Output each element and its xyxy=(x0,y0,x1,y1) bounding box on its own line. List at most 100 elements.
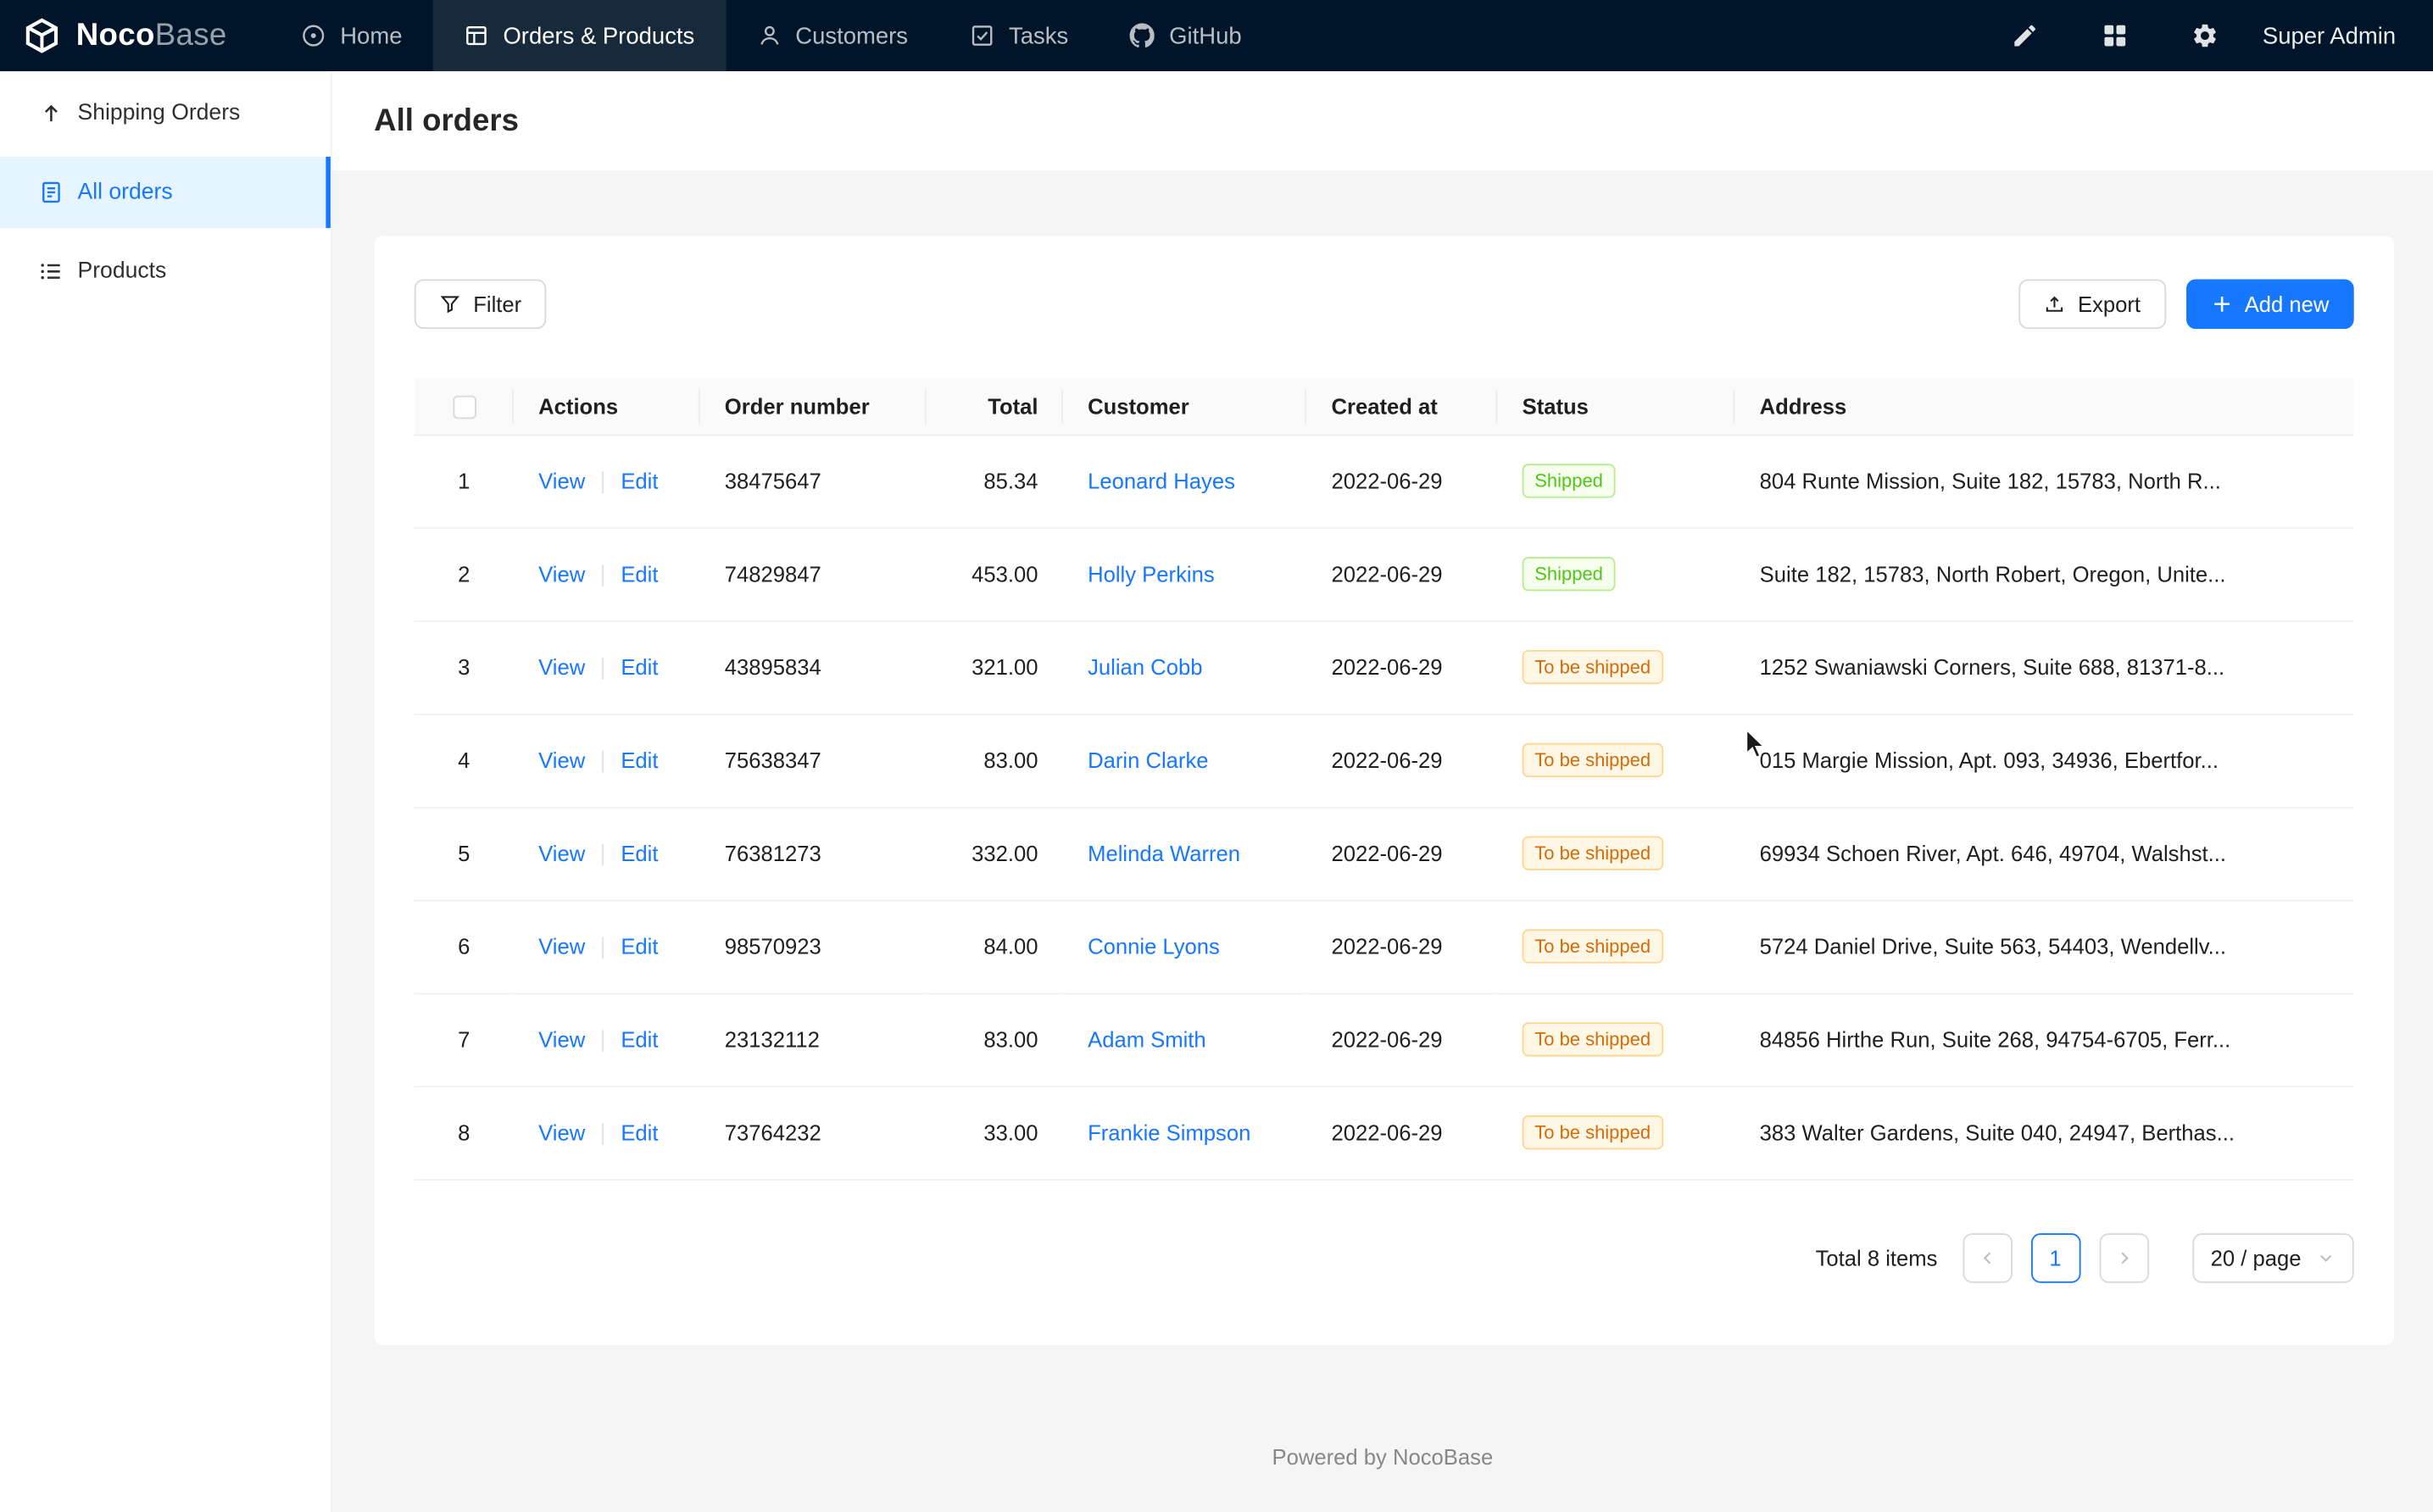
select-all-checkbox[interactable] xyxy=(453,396,476,419)
sidebar-item-all-orders[interactable]: All orders xyxy=(0,157,331,228)
view-link[interactable]: View xyxy=(538,654,585,679)
view-link[interactable]: View xyxy=(538,1120,585,1144)
order-number-cell: 98570923 xyxy=(700,900,927,993)
view-link[interactable]: View xyxy=(538,934,585,959)
main-menu: Home Orders & Products Customers Tasks xyxy=(270,0,1272,71)
customer-link[interactable]: Darin Clarke xyxy=(1088,748,1208,772)
address-cell: 69934 Schoen River, Apt. 646, 49704, Wal… xyxy=(1734,807,2353,900)
customer-link[interactable]: Holly Perkins xyxy=(1088,562,1215,586)
edit-link[interactable]: Edit xyxy=(621,561,658,586)
order-number-cell: 74829847 xyxy=(700,527,927,620)
nav-item-github[interactable]: GitHub xyxy=(1100,0,1272,71)
row-index: 3 xyxy=(458,654,470,679)
column-header-customer: Customer xyxy=(1063,379,1306,435)
total-cell: 321.00 xyxy=(927,620,1063,714)
customer-link[interactable]: Leonard Hayes xyxy=(1088,469,1235,493)
add-new-button[interactable]: Add new xyxy=(2185,279,2354,329)
ui-editor-pen-icon[interactable] xyxy=(2010,20,2041,52)
customer-link[interactable]: Melinda Warren xyxy=(1088,841,1240,865)
status-tag: To be shipped xyxy=(1523,929,1663,963)
customer-cell: Darin Clarke xyxy=(1063,714,1306,807)
row-index-cell: 6 xyxy=(415,900,514,993)
edit-link[interactable]: Edit xyxy=(621,1026,658,1051)
row-index-cell: 3 xyxy=(415,620,514,714)
edit-link[interactable]: Edit xyxy=(621,654,658,679)
address-cell: 1252 Swaniawski Corners, Suite 688, 8137… xyxy=(1734,620,2353,714)
view-link[interactable]: View xyxy=(538,841,585,865)
row-index: 7 xyxy=(458,1027,470,1052)
status-cell: To be shipped xyxy=(1497,620,1734,714)
row-index: 1 xyxy=(458,469,470,493)
created-at-cell: 2022-06-29 xyxy=(1306,620,1497,714)
status-tag: To be shipped xyxy=(1523,837,1663,870)
github-icon xyxy=(1130,23,1155,47)
column-header-order-number: Order number xyxy=(700,379,927,435)
customer-cell: Leonard Hayes xyxy=(1063,435,1306,528)
tasks-icon xyxy=(970,23,994,47)
table-row: 2 ViewEdit 74829847 453.00 Holly Perkins… xyxy=(415,527,2354,620)
nav-item-home[interactable]: Home xyxy=(270,0,433,71)
nocobase-logo-icon xyxy=(22,15,63,56)
plugins-grid-icon[interactable] xyxy=(2100,20,2131,52)
view-link[interactable]: View xyxy=(538,468,585,492)
export-button[interactable]: Export xyxy=(2018,279,2165,329)
table-row: 7 ViewEdit 23132112 83.00 Adam Smith 202… xyxy=(415,992,2354,1086)
created-at-cell: 2022-06-29 xyxy=(1306,1086,1497,1179)
sidebar-item-products[interactable]: Products xyxy=(0,236,331,307)
edit-link[interactable]: Edit xyxy=(621,748,658,772)
column-header-actions: Actions xyxy=(514,379,700,435)
view-link[interactable]: View xyxy=(538,1026,585,1051)
customers-icon xyxy=(757,23,782,47)
edit-link[interactable]: Edit xyxy=(621,468,658,492)
row-index-cell: 2 xyxy=(415,527,514,620)
column-header-status: Status xyxy=(1497,379,1734,435)
row-index: 4 xyxy=(458,748,470,772)
total-cell: 83.00 xyxy=(927,992,1063,1086)
vertical-divider xyxy=(602,565,604,587)
customer-link[interactable]: Connie Lyons xyxy=(1088,934,1220,959)
brand[interactable]: NocoBase xyxy=(0,0,270,71)
nav-item-orders-products[interactable]: Orders & Products xyxy=(433,0,726,71)
filter-funnel-icon xyxy=(439,293,461,315)
nav-item-tasks[interactable]: Tasks xyxy=(939,0,1100,71)
user-menu[interactable]: Super Admin xyxy=(2263,23,2396,49)
edit-link[interactable]: Edit xyxy=(621,1120,658,1144)
status-tag: To be shipped xyxy=(1523,743,1663,777)
table-row: 8 ViewEdit 73764232 33.00 Frankie Simpso… xyxy=(415,1086,2354,1179)
vertical-divider xyxy=(602,472,604,494)
filter-button[interactable]: Filter xyxy=(415,279,547,329)
sidebar-item-shipping-orders[interactable]: Shipping Orders xyxy=(0,78,331,149)
row-index: 5 xyxy=(458,841,470,865)
status-cell: To be shipped xyxy=(1497,1086,1734,1179)
status-cell: To be shipped xyxy=(1497,992,1734,1086)
actions-cell: View Edit xyxy=(514,900,700,993)
powered-by-footer: Powered by NocoBase xyxy=(332,1443,2433,1496)
sidebar: Shipping Orders All orders Products xyxy=(0,71,332,1512)
actions-cell: View Edit xyxy=(514,807,700,900)
status-cell: To be shipped xyxy=(1497,714,1734,807)
nav-item-customers[interactable]: Customers xyxy=(726,0,939,71)
row-index: 2 xyxy=(458,562,470,586)
table-row: 1 ViewEdit 38475647 85.34 Leonard Hayes … xyxy=(415,435,2354,528)
view-link[interactable]: View xyxy=(538,561,585,586)
settings-gear-icon[interactable] xyxy=(2190,20,2221,52)
status-tag: To be shipped xyxy=(1523,1115,1663,1149)
customer-link[interactable]: Julian Cobb xyxy=(1088,654,1202,679)
page-size-select[interactable]: 20 / page xyxy=(2192,1232,2354,1282)
edit-link[interactable]: Edit xyxy=(621,841,658,865)
customer-cell: Connie Lyons xyxy=(1063,900,1306,993)
edit-link[interactable]: Edit xyxy=(621,934,658,959)
page-number-button[interactable]: 1 xyxy=(2030,1232,2080,1282)
address-cell: 383 Walter Gardens, Suite 040, 24947, Be… xyxy=(1734,1086,2353,1179)
total-cell: 85.34 xyxy=(927,435,1063,528)
address-cell: 84856 Hirthe Run, Suite 268, 94754-6705,… xyxy=(1734,992,2353,1086)
customer-link[interactable]: Frankie Simpson xyxy=(1088,1120,1250,1145)
view-link[interactable]: View xyxy=(538,748,585,772)
status-cell: To be shipped xyxy=(1497,807,1734,900)
customer-cell: Adam Smith xyxy=(1063,992,1306,1086)
customer-link[interactable]: Adam Smith xyxy=(1088,1027,1206,1052)
table-row: 6 ViewEdit 98570923 84.00 Connie Lyons 2… xyxy=(415,900,2354,993)
prev-page-button[interactable] xyxy=(1963,1232,2013,1282)
next-page-button[interactable] xyxy=(2099,1232,2149,1282)
navbar-right: Super Admin xyxy=(1951,0,2433,71)
